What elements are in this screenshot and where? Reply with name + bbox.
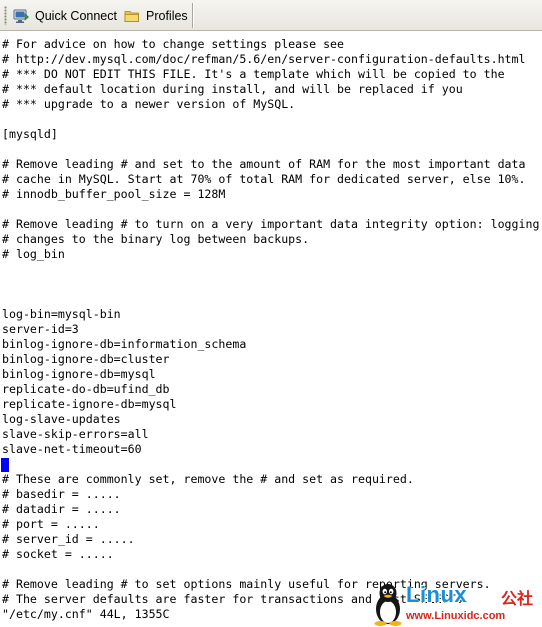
terminal-line: binlog-ignore-db=mysql	[2, 367, 156, 381]
terminal-line: # port = .....	[2, 517, 100, 531]
terminal-line: # server_id = .....	[2, 532, 135, 546]
terminal-line: replicate-ignore-db=mysql	[2, 397, 177, 411]
terminal-line: # innodb_buffer_pool_size = 128M	[2, 187, 226, 201]
terminal-line: # These are commonly set, remove the # a…	[2, 472, 414, 486]
toolbar-separator	[192, 3, 193, 28]
terminal-line: # changes to the binary log between back…	[2, 232, 310, 246]
terminal-line: # *** upgrade to a newer version of MySQ…	[2, 97, 296, 111]
terminal-line: log-slave-updates	[2, 412, 121, 426]
terminal-line: slave-skip-errors=all	[2, 427, 149, 441]
terminal-line: # socket = .....	[2, 547, 114, 561]
terminal-line: slave-net-timeout=60	[2, 442, 142, 456]
toolbar: Quick Connect Profiles	[0, 0, 542, 31]
terminal-line: server-id=3	[2, 322, 79, 336]
terminal-line: binlog-ignore-db=information_schema	[2, 337, 247, 351]
watermark-url: www.Linuxidc.com	[406, 610, 506, 622]
terminal-line: [mysqld]	[2, 127, 58, 141]
terminal-line: binlog-ignore-db=cluster	[2, 352, 170, 366]
terminal-line: # http://dev.mysql.com/doc/refman/5.6/en…	[2, 52, 526, 66]
toolbar-grip[interactable]	[4, 6, 7, 25]
terminal-line: # *** DO NOT EDIT THIS FILE. It's a temp…	[2, 67, 505, 81]
terminal-line: "/etc/my.cnf" 44L, 1355C	[2, 607, 170, 621]
terminal-line: # For advice on how to change settings p…	[2, 37, 345, 51]
profiles-label: Profiles	[146, 8, 188, 23]
quick-connect-label: Quick Connect	[35, 8, 117, 23]
terminal-line: # datadir = .....	[2, 502, 121, 516]
quick-connect-icon	[13, 8, 29, 24]
folder-icon	[124, 8, 140, 24]
terminal-line: # Remove leading # and set to the amount…	[2, 157, 526, 171]
terminal-line: log-bin=mysql-bin	[2, 307, 121, 321]
terminal-screen[interactable]: # For advice on how to change settings p…	[0, 31, 542, 627]
terminal-line: # Remove leading # to turn on a very imp…	[2, 217, 540, 231]
terminal-line: replicate-do-db=ufind_db	[2, 382, 170, 396]
terminal-line: # log_bin	[2, 247, 65, 261]
profiles-button[interactable]: Profiles	[120, 4, 192, 27]
watermark-chinese: 公社	[501, 589, 534, 608]
terminal-line: # basedir = .....	[2, 487, 121, 501]
terminal-line: # *** default location during install, a…	[2, 82, 463, 96]
text-cursor	[1, 458, 9, 472]
watermark: Linux 公社 www.Linuxidc.com	[370, 582, 542, 627]
watermark-title: Linux	[406, 582, 468, 607]
quick-connect-button[interactable]: Quick Connect	[9, 4, 121, 27]
terminal-line: # cache in MySQL. Start at 70% of total …	[2, 172, 526, 186]
tux-penguin-icon	[370, 582, 406, 627]
